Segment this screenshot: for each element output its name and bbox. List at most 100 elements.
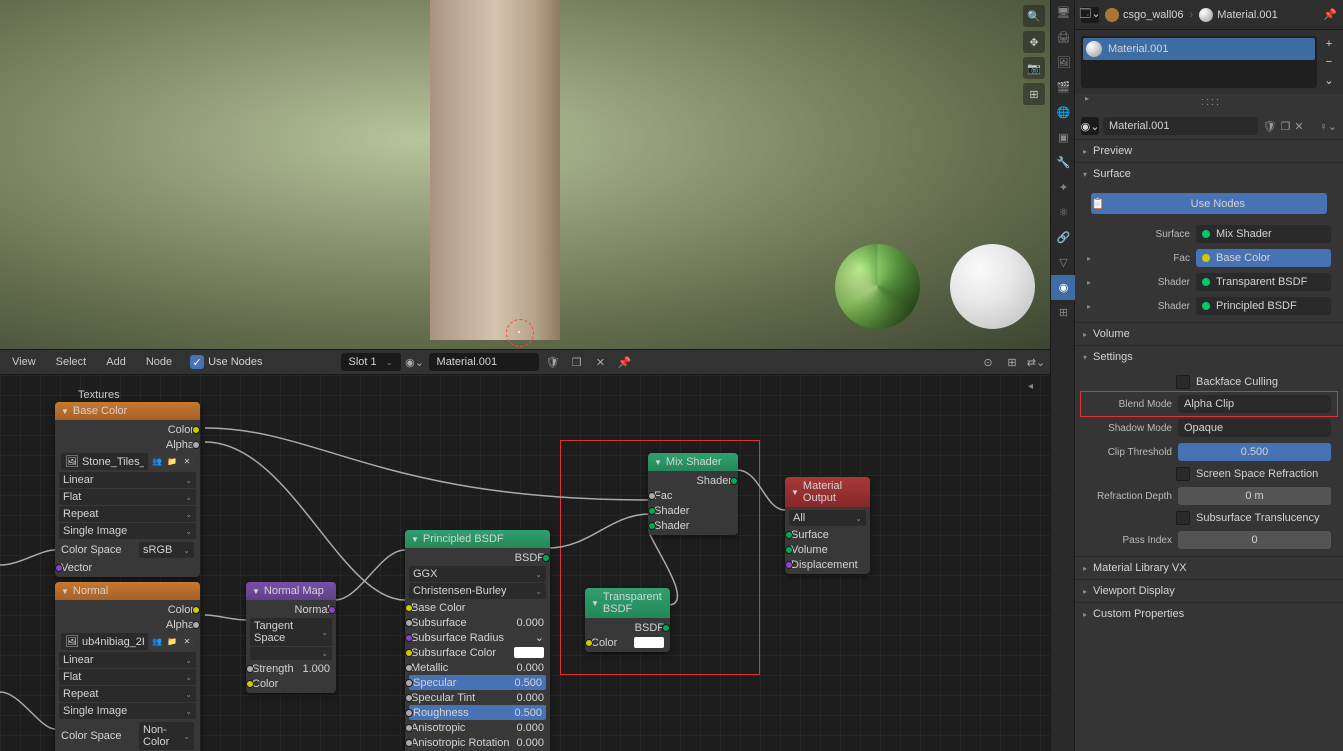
duplicate-icon[interactable]: ❐ xyxy=(1280,120,1290,133)
breadcrumb-material[interactable]: Material.001 xyxy=(1199,8,1278,22)
select-menu[interactable]: Select xyxy=(48,352,95,372)
editor-type-icon[interactable]: 🗔⌄ xyxy=(1081,7,1099,23)
material-name-field[interactable]: Material.001 xyxy=(429,353,539,371)
node-transparent-bsdf[interactable]: ▼Transparent BSDF BSDF Color xyxy=(585,588,670,652)
uvmap-dropdown[interactable]: ⌄ xyxy=(250,647,332,660)
node-mix-shader[interactable]: ▼Mix Shader Shader Fac Shader Shader xyxy=(648,453,738,535)
node-toggle-icon[interactable]: ♀⌄ xyxy=(1320,120,1337,133)
viewport-3d[interactable]: 🔍 ✥ 📷 ⊞ xyxy=(0,0,1050,349)
pan-gizmo[interactable]: ✥ xyxy=(1023,31,1045,53)
colorspace-dropdown[interactable]: sRGB⌄ xyxy=(139,542,194,558)
projection-dropdown[interactable]: Flat⌄ xyxy=(59,489,196,505)
refraction-depth-field[interactable]: 0 m xyxy=(1178,487,1331,505)
tab-data[interactable]: ▽ xyxy=(1051,250,1076,275)
blend-mode-dropdown[interactable]: Alpha Clip xyxy=(1178,395,1331,413)
section-settings[interactable]: ▾Settings xyxy=(1075,346,1343,368)
image-field[interactable]: 🖼ub4nibiag_2K_N… xyxy=(61,633,148,650)
sst-checkbox[interactable] xyxy=(1176,511,1190,525)
shader2-field[interactable]: Principled BSDF xyxy=(1196,297,1331,315)
view-menu[interactable]: View xyxy=(4,352,44,372)
zoom-gizmo[interactable]: 🔍 xyxy=(1023,5,1045,27)
source-dropdown[interactable]: Single Image⌄ xyxy=(59,703,196,719)
tab-constraints[interactable]: 🔗 xyxy=(1051,225,1076,250)
pin-icon[interactable]: 📌 xyxy=(615,352,635,372)
node-material-output[interactable]: ▼Material Output All⌄ Surface Volume Dis… xyxy=(785,477,870,574)
shield-icon[interactable]: 🛡 xyxy=(543,352,563,372)
node-editor-canvas[interactable]: Textures ▼Base Color Color Alpha 🖼Stone_… xyxy=(0,375,1050,751)
breadcrumb-object[interactable]: csgo_wall06 xyxy=(1105,8,1184,22)
material-browse-icon[interactable]: ◉⌄ xyxy=(405,352,425,372)
shadow-mode-dropdown[interactable]: Opaque xyxy=(1178,419,1331,437)
close-icon[interactable]: ✕ xyxy=(180,455,194,469)
section-viewport-display[interactable]: ▸Viewport Display xyxy=(1075,580,1343,602)
open-icon[interactable]: 📁 xyxy=(165,635,179,649)
unlink-icon[interactable]: ✕ xyxy=(1294,120,1303,133)
node-image-texture-base-color[interactable]: ▼Base Color Color Alpha 🖼Stone_Tiles_Fac… xyxy=(55,402,200,577)
material-browse-button[interactable]: ◉⌄ xyxy=(1081,117,1099,135)
camera-gizmo[interactable]: 📷 xyxy=(1023,57,1045,79)
tab-render[interactable]: 🖥 xyxy=(1051,0,1076,25)
open-icon[interactable]: 📁 xyxy=(165,455,179,469)
add-slot-button[interactable]: + xyxy=(1321,36,1337,52)
tab-output[interactable]: 🖨 xyxy=(1051,25,1076,50)
section-custom-properties[interactable]: ▸Custom Properties xyxy=(1075,603,1343,625)
sss-dropdown[interactable]: Christensen-Burley⌄ xyxy=(409,583,546,599)
shader1-field[interactable]: Transparent BSDF xyxy=(1196,273,1331,291)
surface-shader-field[interactable]: Mix Shader xyxy=(1196,225,1331,243)
snap-type-icon[interactable]: ⊞ xyxy=(1002,352,1022,372)
material-name-field[interactable]: Material.001 xyxy=(1103,117,1258,135)
image-field[interactable]: 🖼Stone_Tiles_Faca… xyxy=(61,453,148,470)
add-menu[interactable]: Add xyxy=(98,352,134,372)
tab-material[interactable]: ◉ xyxy=(1051,275,1076,300)
node-menu[interactable]: Node xyxy=(138,352,180,372)
material-slot-item[interactable]: Material.001 xyxy=(1083,38,1315,60)
users-icon[interactable]: 👥 xyxy=(150,455,164,469)
section-preview[interactable]: ▸Preview xyxy=(1075,140,1343,162)
shield-icon[interactable]: 🛡 xyxy=(1262,120,1276,133)
projection-dropdown[interactable]: Flat⌄ xyxy=(59,669,196,685)
unlink-icon[interactable]: ✕ xyxy=(591,352,611,372)
fac-field[interactable]: Base Color xyxy=(1196,249,1331,267)
distribution-dropdown[interactable]: GGX⌄ xyxy=(409,566,546,582)
target-dropdown[interactable]: All⌄ xyxy=(789,510,866,526)
pin-icon[interactable]: 📌 xyxy=(1323,8,1337,21)
clip-threshold-field[interactable]: 0.500 xyxy=(1178,443,1331,461)
users-icon[interactable]: 👥 xyxy=(150,635,164,649)
tab-scene[interactable]: 🎬 xyxy=(1051,75,1076,100)
pass-index-field[interactable]: 0 xyxy=(1178,531,1331,549)
expand-arrow-icon[interactable]: ▸ xyxy=(1085,94,1089,110)
use-nodes-button[interactable]: 📋Use Nodes xyxy=(1091,193,1327,214)
extension-dropdown[interactable]: Repeat⌄ xyxy=(59,506,196,522)
snap-icon[interactable]: ⊙ xyxy=(978,352,998,372)
section-volume[interactable]: ▸Volume xyxy=(1075,323,1343,345)
material-slot-list[interactable]: Material.001 xyxy=(1081,36,1317,88)
tab-modifiers[interactable]: 🔧 xyxy=(1051,150,1076,175)
remove-slot-button[interactable]: − xyxy=(1321,54,1337,70)
perspective-gizmo[interactable]: ⊞ xyxy=(1023,83,1045,105)
tab-viewlayer[interactable]: 🖼 xyxy=(1051,50,1076,75)
tab-world[interactable]: 🌐 xyxy=(1051,100,1076,125)
extension-dropdown[interactable]: Repeat⌄ xyxy=(59,686,196,702)
node-principled-bsdf[interactable]: ▼Principled BSDF BSDF GGX⌄ Christensen-B… xyxy=(405,530,550,751)
node-normal-map[interactable]: ▼Normal Map Normal Tangent Space⌄ ⌄ Stre… xyxy=(246,582,336,693)
slot-specials-menu[interactable]: ⌄ xyxy=(1321,72,1337,88)
tab-physics[interactable]: ⚛ xyxy=(1051,200,1076,225)
node-image-texture-normal[interactable]: ▼Normal Color Alpha 🖼ub4nibiag_2K_N… 👥📁✕… xyxy=(55,582,200,751)
tab-particles[interactable]: ✦ xyxy=(1051,175,1076,200)
tab-texture[interactable]: ⊞ xyxy=(1051,300,1076,325)
tab-object[interactable]: ▣ xyxy=(1051,125,1076,150)
source-dropdown[interactable]: Single Image⌄ xyxy=(59,523,196,539)
colorspace-dropdown[interactable]: Non-Color⌄ xyxy=(139,722,194,750)
overlay-icon[interactable]: ⇄⌄ xyxy=(1026,352,1046,372)
use-nodes-checkbox[interactable]: ✓ xyxy=(190,355,204,369)
collapse-arrow-icon[interactable]: ◂ xyxy=(1028,381,1044,397)
section-material-library[interactable]: ▸Material Library VX xyxy=(1075,557,1343,579)
new-material-icon[interactable]: ❐ xyxy=(567,352,587,372)
close-icon[interactable]: ✕ xyxy=(180,635,194,649)
interpolation-dropdown[interactable]: Linear⌄ xyxy=(59,472,196,488)
drag-handle-icon[interactable]: :::: xyxy=(1201,94,1221,110)
material-slot-dropdown[interactable]: Slot 1⌄ xyxy=(341,353,401,371)
ssr-checkbox[interactable] xyxy=(1176,467,1190,481)
interpolation-dropdown[interactable]: Linear⌄ xyxy=(59,652,196,668)
backface-culling-checkbox[interactable] xyxy=(1176,375,1190,389)
